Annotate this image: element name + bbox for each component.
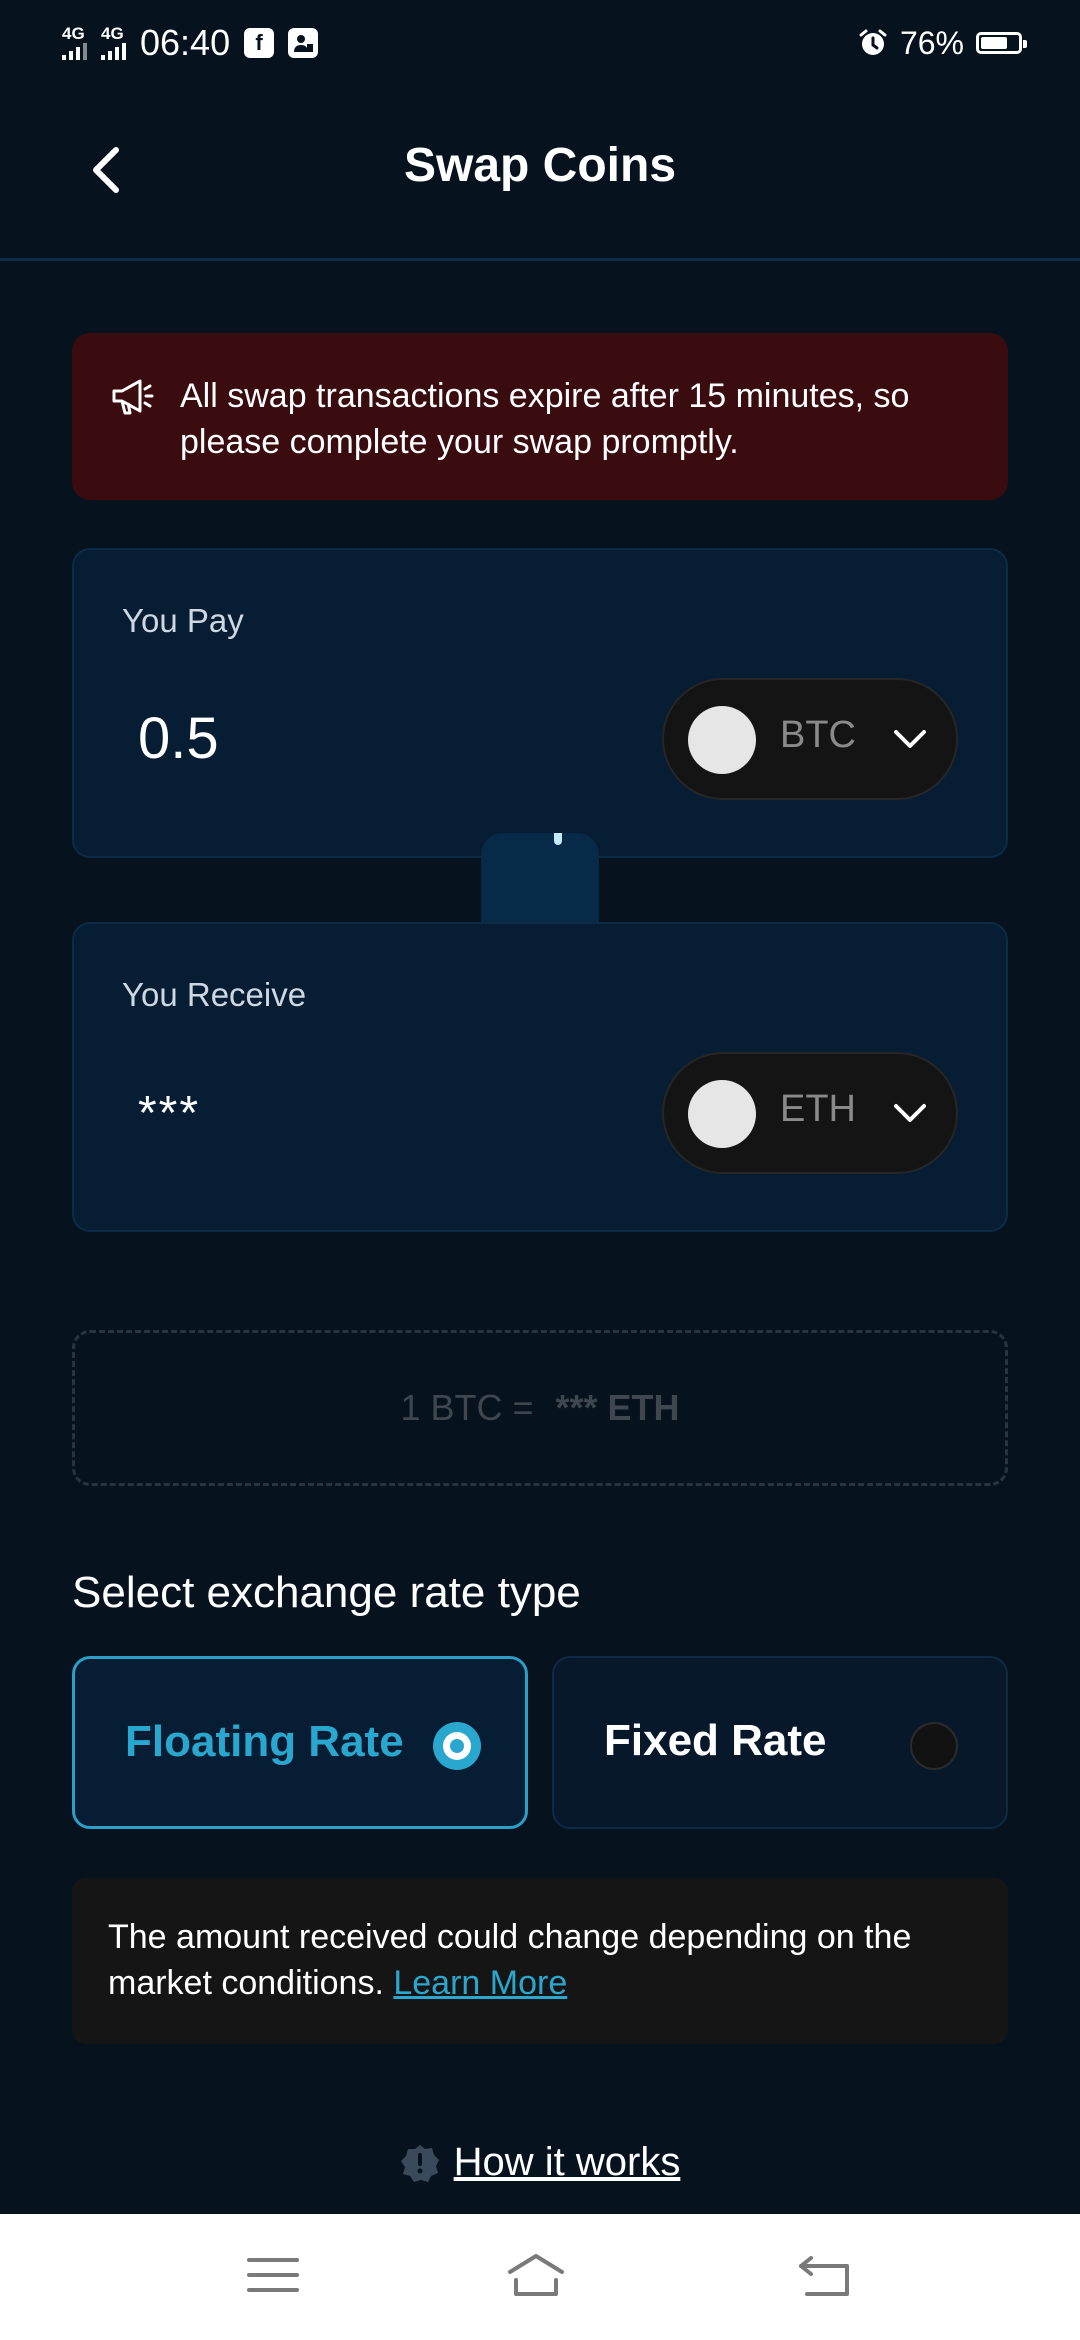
how-it-works[interactable]: How it works	[0, 2140, 1080, 2185]
status-right: 76%	[858, 18, 1027, 68]
receive-card: You Receive *** ETH	[72, 922, 1008, 1232]
fixed-rate-option[interactable]: Fixed Rate	[552, 1656, 1008, 1829]
chevron-down-icon	[894, 730, 926, 748]
battery-icon	[976, 32, 1027, 54]
header-divider	[0, 258, 1080, 261]
exchange-rate-box: 1 BTC = *** ETH	[72, 1330, 1008, 1486]
eth-coin-icon	[688, 1080, 756, 1148]
receive-currency-selector[interactable]: ETH	[662, 1052, 958, 1174]
home-icon[interactable]	[506, 2250, 566, 2300]
signal-icon: 4G	[62, 24, 87, 60]
floating-rate-option[interactable]: Floating Rate	[72, 1656, 528, 1829]
pay-card: You Pay 0.5 BTC	[72, 548, 1008, 858]
warning-text: All swap transactions expire after 15 mi…	[180, 377, 910, 461]
learn-more-link[interactable]: Learn More	[393, 1964, 567, 2002]
btc-coin-icon	[688, 706, 756, 774]
floating-rate-radio[interactable]	[433, 1722, 481, 1770]
fixed-rate-radio[interactable]	[910, 1722, 958, 1770]
battery-percent: 76%	[899, 24, 964, 61]
rate-info-text: The amount received could change dependi…	[108, 1914, 988, 2006]
receive-amount: ***	[138, 1087, 201, 1140]
receive-currency: ETH	[780, 1088, 856, 1130]
megaphone-icon	[112, 379, 154, 415]
page-title: Swap Coins	[403, 139, 677, 192]
swap-icon	[554, 833, 562, 845]
back-nav-icon[interactable]	[795, 2250, 855, 2300]
info-badge-icon	[400, 2144, 439, 2182]
how-it-works-link[interactable]: How it works	[454, 2140, 681, 2185]
system-nav-bar	[0, 2214, 1080, 2340]
rate-info-box: The amount received could change dependi…	[72, 1878, 1008, 2044]
facebook-icon: f	[244, 28, 275, 58]
rate-type-title: Select exchange rate type	[72, 1568, 581, 1617]
receive-label: You Receive	[122, 976, 307, 1013]
clock: 06:40	[140, 22, 231, 63]
account-notification-icon	[288, 28, 319, 58]
status-left: 4G 4G 06:40 f	[62, 18, 319, 68]
battery-fill	[981, 37, 1008, 49]
alarm-icon	[859, 29, 887, 55]
chevron-down-icon	[894, 1104, 926, 1122]
menu-icon[interactable]	[243, 2250, 303, 2300]
network-type: 4G	[101, 24, 124, 43]
status-bar: 4G 4G 06:40 f 76%	[0, 0, 1080, 86]
pay-currency-selector[interactable]: BTC	[662, 678, 958, 800]
pay-amount-input[interactable]: 0.5	[138, 705, 219, 772]
rate-left: 1 BTC =	[400, 1387, 534, 1428]
pay-label: You Pay	[122, 602, 244, 639]
floating-rate-label: Floating Rate	[125, 1717, 404, 1766]
signal-icon: 4G	[101, 24, 126, 60]
fixed-rate-label: Fixed Rate	[604, 1716, 827, 1765]
pay-currency: BTC	[780, 714, 856, 756]
warning-banner: All swap transactions expire after 15 mi…	[72, 333, 1008, 500]
network-type: 4G	[62, 24, 85, 43]
rate-right: *** ETH	[555, 1387, 680, 1428]
